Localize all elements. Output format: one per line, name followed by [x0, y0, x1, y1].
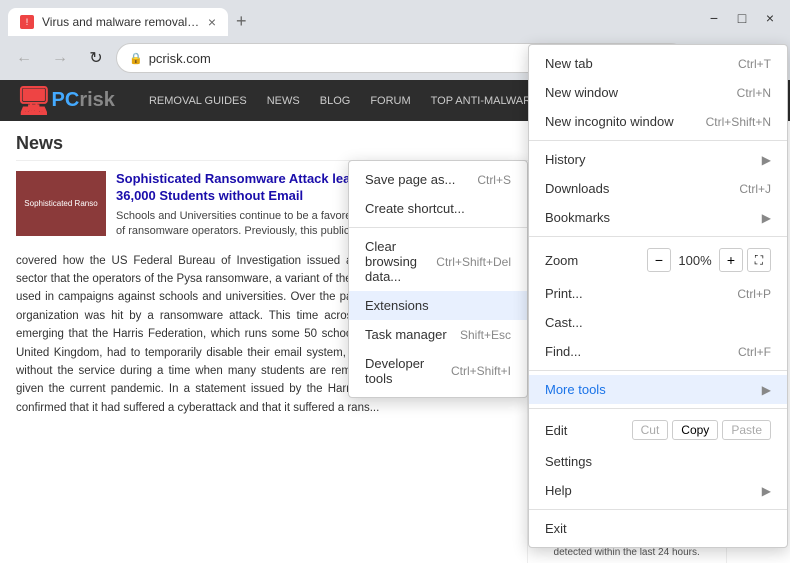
menu-new-tab[interactable]: New tab Ctrl+T [529, 49, 787, 78]
menu-new-window-shortcut: Ctrl+N [737, 86, 771, 100]
menu-help-label: Help [545, 483, 762, 498]
menu-cast[interactable]: Cast... [529, 308, 787, 337]
menu-new-tab-label: New tab [545, 56, 738, 71]
menu-find[interactable]: Find... Ctrl+F [529, 337, 787, 366]
menu-history-label: History [545, 152, 762, 167]
zoom-expand-button[interactable]: ⛶ [747, 248, 771, 272]
menu-help[interactable]: Help ▶ [529, 476, 787, 505]
submenu-task-manager-shortcut: Shift+Esc [460, 328, 511, 342]
copy-button[interactable]: Copy [672, 420, 718, 440]
menu-downloads-label: Downloads [545, 181, 739, 196]
menu-print-label: Print... [545, 286, 737, 301]
menu-find-label: Find... [545, 344, 738, 359]
submenu-extensions-label: Extensions [365, 298, 511, 313]
zoom-minus-button[interactable]: − [647, 248, 671, 272]
menu-more-tools[interactable]: More tools ▶ [529, 375, 787, 404]
submenu-create-shortcut[interactable]: Create shortcut... [349, 194, 527, 223]
submenu-save-page-shortcut: Ctrl+S [477, 173, 511, 187]
menu-divider-5 [529, 509, 787, 510]
main-dropdown-menu: New tab Ctrl+T New window Ctrl+N New inc… [528, 44, 788, 548]
menu-divider-4 [529, 408, 787, 409]
zoom-plus-button[interactable]: + [719, 248, 743, 272]
submenu-devtools[interactable]: Developer tools Ctrl+Shift+I [349, 349, 527, 393]
menu-more-tools-arrow: ▶ [762, 383, 771, 397]
menu-divider-1 [529, 140, 787, 141]
submenu-task-manager[interactable]: Task manager Shift+Esc [349, 320, 527, 349]
submenu-extensions[interactable]: Extensions [349, 291, 527, 320]
edit-controls: Cut Copy Paste [632, 420, 771, 440]
submenu-clear-browsing-label: Clear browsing data... [365, 239, 436, 284]
menu-new-incognito-label: New incognito window [545, 114, 706, 129]
menu-print[interactable]: Print... Ctrl+P [529, 279, 787, 308]
submenu-clear-browsing[interactable]: Clear browsing data... Ctrl+Shift+Del [349, 232, 527, 291]
dropdown-overlay: Save page as... Ctrl+S Create shortcut..… [0, 0, 790, 563]
cut-button[interactable]: Cut [632, 420, 669, 440]
menu-history-arrow: ▶ [762, 153, 771, 167]
submenu-task-manager-label: Task manager [365, 327, 460, 342]
menu-settings[interactable]: Settings [529, 447, 787, 476]
menu-history[interactable]: History ▶ [529, 145, 787, 174]
menu-find-shortcut: Ctrl+F [738, 345, 771, 359]
menu-settings-label: Settings [545, 454, 771, 469]
submenu-devtools-shortcut: Ctrl+Shift+I [451, 364, 511, 378]
menu-new-tab-shortcut: Ctrl+T [738, 57, 771, 71]
menu-new-incognito[interactable]: New incognito window Ctrl+Shift+N [529, 107, 787, 136]
menu-new-window[interactable]: New window Ctrl+N [529, 78, 787, 107]
more-tools-submenu: Save page as... Ctrl+S Create shortcut..… [348, 160, 528, 398]
zoom-controls: − 100% + ⛶ [647, 248, 771, 272]
menu-edit-row: Edit Cut Copy Paste [529, 413, 787, 447]
submenu-clear-shortcut: Ctrl+Shift+Del [436, 255, 511, 269]
menu-new-incognito-shortcut: Ctrl+Shift+N [706, 115, 771, 129]
menu-new-window-label: New window [545, 85, 737, 100]
submenu-create-shortcut-label: Create shortcut... [365, 201, 511, 216]
menu-divider-3 [529, 370, 787, 371]
menu-more-tools-label: More tools [545, 382, 762, 397]
submenu-save-page[interactable]: Save page as... Ctrl+S [349, 165, 527, 194]
menu-exit-label: Exit [545, 521, 771, 536]
menu-edit-label: Edit [545, 423, 632, 438]
menu-bookmarks[interactable]: Bookmarks ▶ [529, 203, 787, 232]
menu-downloads[interactable]: Downloads Ctrl+J [529, 174, 787, 203]
menu-exit[interactable]: Exit [529, 514, 787, 543]
menu-divider-2 [529, 236, 787, 237]
submenu-devtools-label: Developer tools [365, 356, 451, 386]
menu-bookmarks-arrow: ▶ [762, 211, 771, 225]
menu-help-arrow: ▶ [762, 484, 771, 498]
menu-zoom-label: Zoom [545, 253, 647, 268]
submenu-divider-1 [349, 227, 527, 228]
menu-downloads-shortcut: Ctrl+J [739, 182, 771, 196]
menu-cast-label: Cast... [545, 315, 771, 330]
submenu-save-page-label: Save page as... [365, 172, 477, 187]
menu-bookmarks-label: Bookmarks [545, 210, 762, 225]
paste-button[interactable]: Paste [722, 420, 771, 440]
menu-zoom-row: Zoom − 100% + ⛶ [529, 241, 787, 279]
zoom-value: 100% [675, 253, 715, 268]
menu-print-shortcut: Ctrl+P [737, 287, 771, 301]
